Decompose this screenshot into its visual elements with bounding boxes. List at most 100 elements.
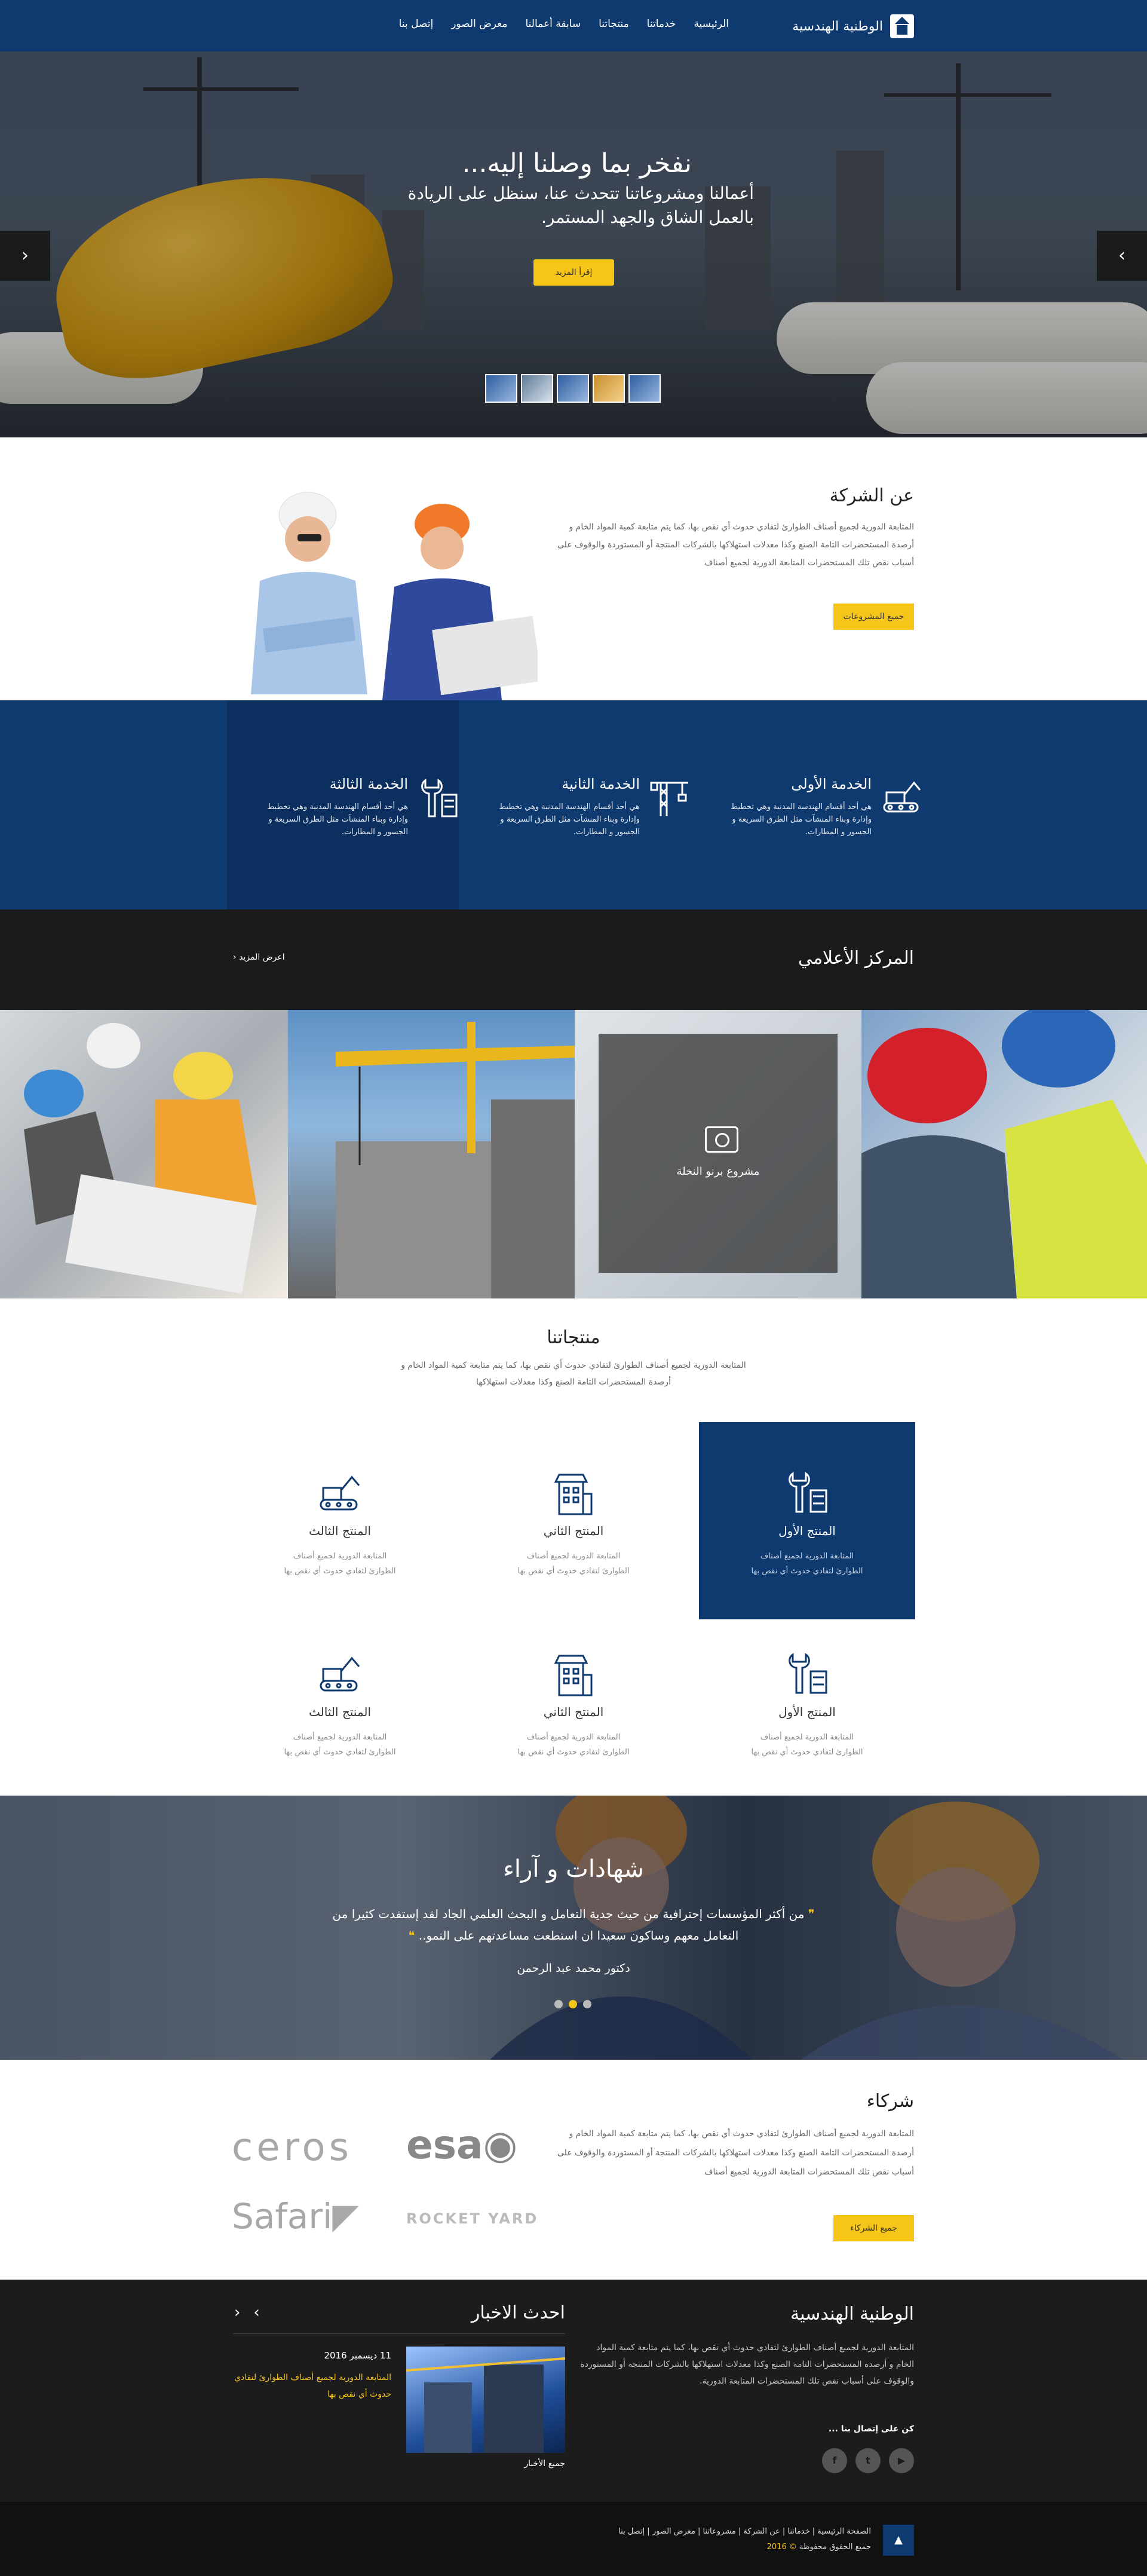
chevron-left-icon: ‹	[233, 952, 237, 962]
view-more-link[interactable]: اعرض المزيد ‹	[233, 952, 285, 962]
gallery-image[interactable]	[0, 1010, 288, 1298]
partner-logo-safari[interactable]: ◤Safari	[232, 2196, 359, 2237]
product-text: المتابعة الدورية لجميع أصناف الطوارئ لتف…	[517, 1733, 630, 1757]
nav-item-home[interactable]: الرئيسية	[694, 18, 729, 30]
read-more-button[interactable]: إقرأ المزيد	[533, 259, 614, 286]
product-card[interactable]: المنتج الأول المتابعة الدورية لجميع أصنا…	[699, 1603, 915, 1800]
product-text: المتابعة الدورية لجميع أصناف الطوارئ لتف…	[284, 1733, 396, 1757]
footer-title: الوطنية الهندسية	[790, 2304, 914, 2324]
slider-thumbnail[interactable]	[628, 374, 661, 403]
product-text: المتابعة الدورية لجميع أصناف الطوارئ لتف…	[751, 1552, 863, 1576]
scroll-top-button[interactable]: ▲	[883, 2525, 914, 2556]
pagination-dot[interactable]	[554, 2000, 563, 2008]
top-navbar: الوطنية الهندسية الرئيسية خدماتنا منتجات…	[0, 0, 1147, 51]
nav-item-products[interactable]: منتجاتنا	[599, 18, 629, 30]
service-card[interactable]: الخدمة الأولى هي أحد أقسام الهندسة المدن…	[691, 700, 922, 909]
gallery-hover-overlay[interactable]: مشروع برنو النخلة	[599, 1034, 838, 1273]
chevron-left-icon: ‹	[22, 245, 29, 266]
brand-logo[interactable]: الوطنية الهندسية	[792, 14, 914, 38]
quote-close-icon: ❝	[408, 1928, 415, 1943]
facebook-icon[interactable]: f	[822, 2448, 847, 2473]
service-text: هي أحد أقسام الهندسة المدنية وهي تخطيط و…	[267, 802, 408, 837]
footer-links[interactable]: الصفحة الرئيسية | خدماتنا | عن الشركة | …	[618, 2527, 871, 2536]
nav-item-services[interactable]: خدماتنا	[647, 18, 676, 30]
product-card[interactable]: المنتج الثالث المتابعة الدورية لجميع أصن…	[232, 1603, 448, 1800]
chevron-right-icon: ›	[1118, 245, 1125, 266]
product-card[interactable]: المنتج الأول المتابعة الدورية لجميع أصنا…	[699, 1422, 915, 1619]
partners-section: شركاء المتابعة الدورية لجميع أصناف الطوا…	[0, 2060, 1147, 2280]
esa-globe-icon: ◉	[483, 2122, 518, 2168]
product-card[interactable]: المنتج الثاني المتابعة الدورية لجميع أصن…	[465, 1422, 682, 1619]
product-text: المتابعة الدورية لجميع أصناف الطوارئ لتف…	[751, 1733, 863, 1757]
partners-title: شركاء	[866, 2091, 914, 2112]
product-text: المتابعة الدورية لجميع أصناف الطوارئ لتف…	[284, 1552, 396, 1576]
nav-item-gallery[interactable]: معرض الصور	[451, 18, 507, 30]
service-title: الخدمة الأولى	[791, 776, 872, 792]
all-partners-button[interactable]: جميع الشركاء	[833, 2215, 914, 2241]
service-card[interactable]: الخدمة الثالثة هي أحد أقسام الهندسة المد…	[227, 700, 459, 909]
all-news-link[interactable]: جميع الأخبار	[406, 2459, 565, 2468]
slider-prev-button[interactable]: ‹	[0, 231, 50, 281]
safari-compass-icon: ◤	[332, 2196, 359, 2237]
slider-next-button[interactable]: ›	[1097, 231, 1147, 281]
pagination-dot-active[interactable]	[569, 2000, 577, 2008]
tools-icon	[421, 779, 458, 817]
product-title: المنتج الثاني	[543, 1705, 604, 1719]
main-menu: الرئيسية خدماتنا منتجاتنا سابقة أعمالنا …	[399, 18, 729, 30]
gallery-image[interactable]	[288, 1010, 575, 1298]
products-title: منتجاتنا	[547, 1327, 600, 1348]
services-section: الخدمة الأولى هي أحد أقسام الهندسة المدن…	[0, 700, 1147, 909]
hero-slider: نفخر بما وصلنا إليه... أعمالنا ومشروعاتن…	[0, 51, 1147, 437]
products-intro: المتابعة الدورية لجميع أصناف الطوارئ لتف…	[401, 1361, 746, 1387]
product-text: المتابعة الدورية لجميع أصناف الطوارئ لتف…	[517, 1552, 630, 1576]
gallery-image[interactable]: مشروع برنو النخلة	[575, 1010, 861, 1298]
follow-us-label: كن على إتصال بنا ...	[828, 2424, 914, 2434]
chevron-up-icon: ▲	[894, 2534, 903, 2546]
products-section: منتجاتنا المتابعة الدورية لجميع أصناف ال…	[0, 1298, 1147, 1796]
nav-item-contact[interactable]: إتصل بنا	[399, 18, 434, 30]
media-gallery: مشروع برنو النخلة	[0, 1010, 1147, 1298]
hero-subtitle: أعمالنا ومشروعاتنا تتحدث عنا، سنظل على ا…	[407, 183, 754, 227]
camera-icon	[705, 1126, 738, 1153]
media-title: المركز الأعلامي	[798, 948, 914, 969]
crane-icon	[650, 782, 688, 816]
partner-logo-esa[interactable]: ◉esa	[406, 2122, 517, 2168]
service-text: هي أحد أقسام الهندسة المدنية وهي تخطيط و…	[499, 802, 640, 837]
media-center-header: المركز الأعلامي اعرض المزيد ‹	[0, 909, 1147, 1010]
gallery-image[interactable]	[861, 1010, 1147, 1298]
chevron-left-icon[interactable]: ‹	[234, 2304, 253, 2321]
news-link[interactable]: المتابعة الدورية لجميع أصناف الطوارئ لتف…	[233, 2369, 391, 2403]
slider-thumbnail[interactable]	[557, 374, 589, 403]
testimonials-title: شهادات و آراء	[503, 1855, 644, 1883]
nav-item-portfolio[interactable]: سابقة أعمالنا	[525, 18, 581, 30]
engineer-photo	[239, 491, 376, 694]
engineer-photo	[370, 503, 538, 700]
chevron-right-icon[interactable]: ›	[253, 2304, 272, 2321]
testimonial-quote: ❞ من أكثر المؤسسات إحترافية من حيث جدية …	[332, 1907, 815, 1943]
all-projects-button[interactable]: جميع المشروعات	[833, 604, 914, 630]
brand-name: الوطنية الهندسية	[792, 19, 883, 34]
product-card[interactable]: المنتج الثالث المتابعة الدورية لجميع أصن…	[232, 1422, 448, 1619]
youtube-icon[interactable]: ▶	[889, 2448, 914, 2473]
twitter-icon[interactable]: t	[855, 2448, 881, 2473]
excavator-icon	[883, 781, 921, 813]
testimonial-author: دكتور محمد عبد الرحمن	[517, 1962, 630, 1975]
slider-thumbnail[interactable]	[521, 374, 553, 403]
product-title: المنتج الثالث	[308, 1705, 372, 1719]
about-title: عن الشركة	[829, 485, 914, 506]
service-title: الخدمة الثالثة	[329, 776, 408, 792]
partner-logo-rocketyard[interactable]: ROCKET YARD	[406, 2210, 538, 2227]
pagination-dot[interactable]	[583, 2000, 591, 2008]
news-nav: ›‹	[234, 2304, 273, 2321]
hero-title: نفخر بما وصلنا إليه...	[462, 148, 692, 179]
gallery-caption: مشروع برنو النخلة	[676, 1165, 760, 1178]
service-card[interactable]: الخدمة الثانية هي أحد أقسام الهندسة المد…	[459, 700, 691, 909]
product-card[interactable]: المنتج الثاني المتابعة الدورية لجميع أصن…	[465, 1603, 682, 1800]
news-image[interactable]	[406, 2347, 565, 2453]
slider-thumbnail[interactable]	[485, 374, 517, 403]
about-text: المتابعة الدورية لجميع أصناف الطوارئ لتف…	[557, 522, 914, 568]
tools-icon	[789, 1653, 827, 1694]
slider-thumbnail[interactable]	[593, 374, 625, 403]
partner-logo-ceros[interactable]: ceros	[232, 2125, 352, 2170]
excavator-icon	[320, 1656, 360, 1692]
